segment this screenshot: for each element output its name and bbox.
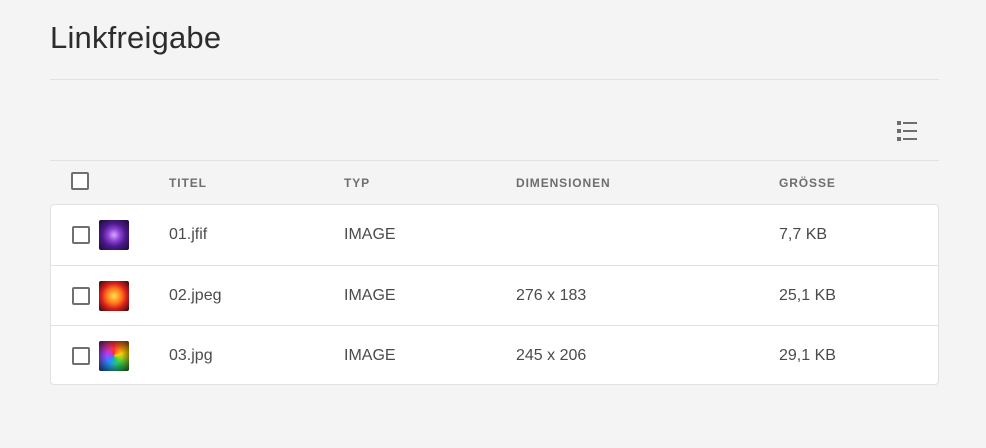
- file-size: 25,1 KB: [779, 287, 836, 304]
- file-thumbnail: [99, 220, 129, 250]
- link-share-page: Linkfreigabe TITEL TYP DIMENSIONEN GRÖSS…: [0, 0, 986, 448]
- column-header-title[interactable]: TITEL: [169, 176, 207, 190]
- table-row[interactable]: 01.jfif IMAGE 7,7 KB: [51, 205, 938, 265]
- row-checkbox[interactable]: [72, 347, 90, 365]
- table-row[interactable]: 03.jpg IMAGE 245 x 206 29,1 KB: [51, 325, 938, 386]
- file-table: 01.jfif IMAGE 7,7 KB 02.jpeg IMAGE 276 x…: [50, 204, 939, 385]
- file-thumbnail: [99, 341, 129, 371]
- column-header-size[interactable]: GRÖSSE: [779, 176, 836, 190]
- file-size: 7,7 KB: [779, 226, 828, 243]
- header-divider: [50, 160, 939, 161]
- row-checkbox[interactable]: [72, 226, 90, 244]
- file-dimensions: 276 x 183: [516, 287, 587, 304]
- list-view-icon: [897, 121, 917, 141]
- list-view-toggle[interactable]: [892, 116, 922, 146]
- file-type: IMAGE: [344, 347, 396, 364]
- file-title[interactable]: 03.jpg: [169, 347, 213, 365]
- column-header-dimensions[interactable]: DIMENSIONEN: [516, 176, 611, 190]
- file-title[interactable]: 01.jfif: [169, 226, 207, 244]
- file-title[interactable]: 02.jpeg: [169, 287, 222, 305]
- column-header-type[interactable]: TYP: [344, 176, 370, 190]
- page-title: Linkfreigabe: [50, 20, 222, 55]
- file-type: IMAGE: [344, 287, 396, 304]
- select-all-checkbox[interactable]: [71, 172, 89, 190]
- title-divider: [50, 79, 939, 80]
- file-dimensions: 245 x 206: [516, 347, 587, 364]
- row-checkbox[interactable]: [72, 287, 90, 305]
- table-row[interactable]: 02.jpeg IMAGE 276 x 183 25,1 KB: [51, 265, 938, 326]
- file-type: IMAGE: [344, 226, 396, 243]
- file-thumbnail: [99, 281, 129, 311]
- file-size: 29,1 KB: [779, 347, 836, 364]
